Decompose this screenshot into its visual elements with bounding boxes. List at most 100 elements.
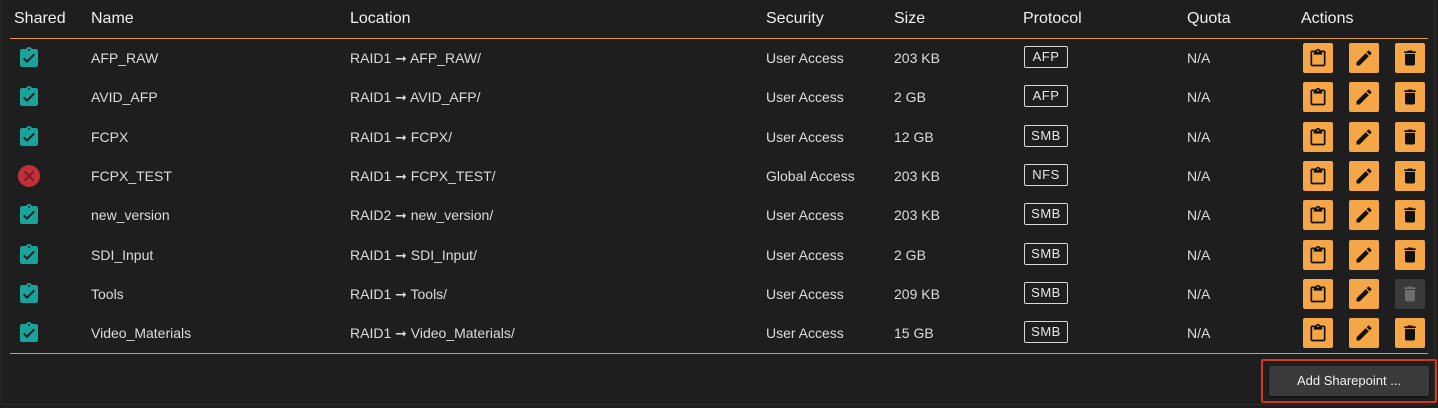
column-header-location[interactable]: Location <box>350 10 411 28</box>
edit-button[interactable] <box>1349 82 1379 113</box>
table-row[interactable]: new_version RAID2 ➞ new_version/User Acce… <box>2 196 1436 235</box>
delete-button[interactable] <box>1395 200 1425 231</box>
clipboard-check-icon <box>17 125 41 149</box>
delete-button[interactable] <box>1395 318 1425 349</box>
pencil-icon <box>1354 284 1374 304</box>
add-sharepoint-button[interactable]: Add Sharepoint ... <box>1269 366 1429 396</box>
pencil-icon <box>1354 87 1374 107</box>
delete-button[interactable] <box>1395 239 1425 270</box>
clipboard-icon <box>1308 245 1328 265</box>
column-header-protocol[interactable]: Protocol <box>1023 10 1082 28</box>
row-location: RAID1 ➞ Video_Materials/ <box>350 325 515 342</box>
delete-button[interactable] <box>1395 121 1425 152</box>
protocol-badge: SMB <box>1024 281 1068 304</box>
row-size: 203 KB <box>894 167 940 184</box>
row-quota: N/A <box>1187 246 1211 263</box>
table-row[interactable]: Video_Materials RAID1 ➞ Video_Materials/U… <box>2 314 1436 353</box>
protocol-badge: SMB <box>1024 203 1068 226</box>
column-header-size[interactable]: Size <box>894 10 925 28</box>
row-location: RAID2 ➞ new_version/ <box>350 207 494 224</box>
edit-button[interactable] <box>1349 43 1379 73</box>
row-size: 2 GB <box>894 89 926 106</box>
row-security: User Access <box>766 50 844 66</box>
delete-button[interactable] <box>1395 160 1425 191</box>
table-footer-divider <box>10 353 1428 354</box>
table-row[interactable]: Tools RAID1 ➞ Tools/User Access 209 KB N/A S… <box>2 275 1436 314</box>
table-row[interactable]: FCPX_TEST RAID1 ➞ FCPX_TEST/Global Access… <box>2 157 1436 196</box>
clipboard-check-icon <box>17 282 41 306</box>
row-security: User Access <box>766 325 844 342</box>
trash-icon <box>1400 245 1420 265</box>
table-row[interactable]: FCPX RAID1 ➞ FCPX/User Access 12 GB N/A SMB <box>2 118 1436 157</box>
trash-icon <box>1400 127 1420 147</box>
table-row[interactable]: AFP_RAW RAID1 ➞ AFP_RAW/User Access 203 KB… <box>2 39 1436 78</box>
row-quota: N/A <box>1187 89 1211 106</box>
row-security: User Access <box>766 128 844 145</box>
error-circle-icon <box>17 164 41 188</box>
row-security: User Access <box>766 207 844 224</box>
clipboard-icon <box>1308 48 1328 68</box>
trash-icon <box>1400 323 1420 343</box>
pencil-icon <box>1354 127 1374 147</box>
clipboard-icon <box>1308 323 1328 343</box>
trash-icon <box>1400 166 1420 186</box>
column-header-name[interactable]: Name <box>91 10 134 28</box>
clipboard-icon <box>1308 87 1328 107</box>
copy-button[interactable] <box>1303 82 1333 113</box>
column-header-shared[interactable]: Shared <box>14 10 66 28</box>
edit-button[interactable] <box>1349 121 1379 152</box>
column-header-quota[interactable]: Quota <box>1187 10 1231 28</box>
row-security: Global Access <box>766 167 855 184</box>
protocol-badge: SMB <box>1024 321 1068 344</box>
row-location: RAID1 ➞ AFP_RAW/ <box>350 50 482 66</box>
copy-button[interactable] <box>1303 239 1333 270</box>
delete-button[interactable] <box>1395 43 1425 73</box>
delete-button[interactable] <box>1395 82 1425 113</box>
delete-button[interactable] <box>1395 278 1425 309</box>
table-row[interactable]: AVID_AFP RAID1 ➞ AVID_AFP/User Access 2 GB… <box>2 78 1436 117</box>
clipboard-icon <box>1308 166 1328 186</box>
row-name: AVID_AFP <box>91 89 158 106</box>
protocol-badge: SMB <box>1024 242 1068 265</box>
sharepoints-panel: Shared Name Location Security Size Proto… <box>1 1 1437 405</box>
trash-icon <box>1400 205 1420 225</box>
row-security: User Access <box>766 89 844 106</box>
trash-icon <box>1400 87 1420 107</box>
row-quota: N/A <box>1187 285 1211 302</box>
row-size: 12 GB <box>894 128 934 145</box>
pencil-icon <box>1354 323 1374 343</box>
edit-button[interactable] <box>1349 160 1379 191</box>
row-quota: N/A <box>1187 167 1211 184</box>
trash-icon <box>1400 48 1420 68</box>
table-row[interactable]: SDI_Input RAID1 ➞ SDI_Input/User Access 2 … <box>2 236 1436 275</box>
clipboard-check-icon <box>17 203 41 227</box>
edit-button[interactable] <box>1349 318 1379 349</box>
clipboard-check-icon <box>17 46 41 70</box>
row-location: RAID1 ➞ FCPX_TEST/ <box>350 167 496 184</box>
row-security: User Access <box>766 285 844 302</box>
row-name: Video_Materials <box>91 325 192 342</box>
edit-button[interactable] <box>1349 239 1379 270</box>
row-size: 209 KB <box>894 285 940 302</box>
row-quota: N/A <box>1187 50 1211 66</box>
copy-button[interactable] <box>1303 200 1333 231</box>
copy-button[interactable] <box>1303 318 1333 349</box>
column-header-security[interactable]: Security <box>766 10 824 28</box>
copy-button[interactable] <box>1303 121 1333 152</box>
pencil-icon <box>1354 245 1374 265</box>
copy-button[interactable] <box>1303 160 1333 191</box>
row-location: RAID1 ➞ SDI_Input/ <box>350 246 477 263</box>
column-header-actions: Actions <box>1301 10 1354 27</box>
clipboard-check-icon <box>17 321 41 345</box>
row-security: User Access <box>766 246 844 263</box>
row-size: 203 KB <box>894 207 940 224</box>
row-size: 2 GB <box>894 246 926 263</box>
copy-button[interactable] <box>1303 43 1333 73</box>
copy-button[interactable] <box>1303 278 1333 309</box>
edit-button[interactable] <box>1349 200 1379 231</box>
clipboard-check-icon <box>17 243 41 267</box>
add-sharepoint-highlight: Add Sharepoint ... <box>1261 359 1437 403</box>
row-quota: N/A <box>1187 207 1211 224</box>
edit-button[interactable] <box>1349 278 1379 309</box>
clipboard-icon <box>1308 205 1328 225</box>
